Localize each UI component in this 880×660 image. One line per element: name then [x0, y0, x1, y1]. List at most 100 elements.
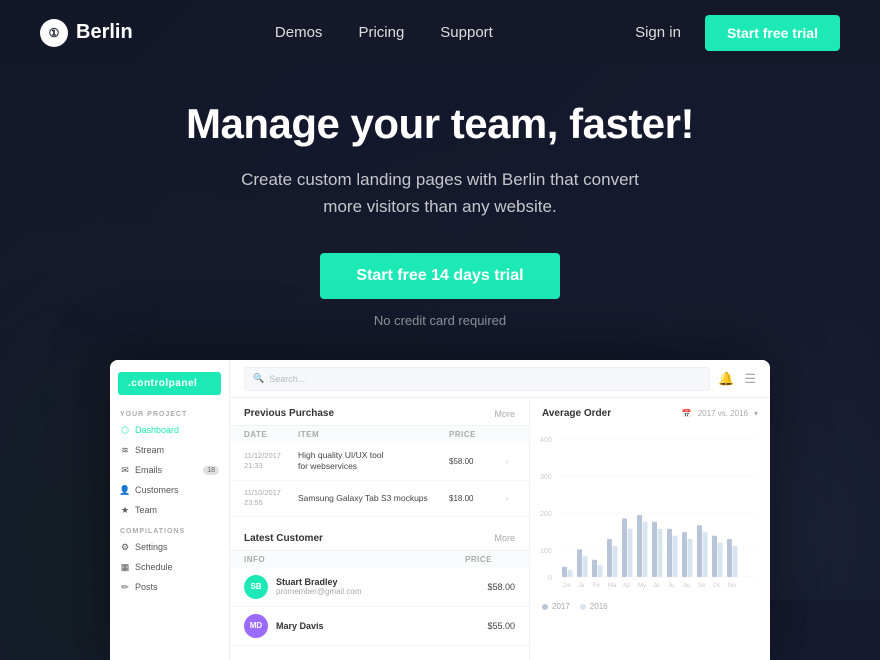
sidebar-item-posts[interactable]: ✏ Posts	[110, 577, 229, 597]
chart-dropdown-icon[interactable]: ▾	[754, 409, 758, 418]
stream-icon: ≋	[120, 445, 130, 455]
notification-icon[interactable]: 🔔	[718, 371, 734, 387]
svg-text:Au: Au	[683, 583, 690, 589]
hero-subtitle: Create custom landing pages with Berlin …	[230, 166, 650, 220]
sidebar-item-customers[interactable]: 👤 Customers	[110, 480, 229, 500]
prev-purchase-table-header: DATE ITEM PRICE	[230, 426, 529, 443]
nav-demos[interactable]: Demos	[275, 24, 323, 41]
svg-text:100: 100	[540, 548, 552, 555]
customer-info-1: Stuart Bradley promember@gmail.com	[276, 577, 479, 596]
td-item-1: High quality UI/UX toolfor webservices	[298, 450, 449, 473]
th-info: INFO	[244, 555, 465, 564]
avatar-sb: SB	[244, 575, 268, 599]
th-price: PRICE	[449, 430, 499, 439]
sidebar-label-customers: Customers	[135, 485, 179, 495]
navbar: ① Berlin Demos Pricing Support Sign in S…	[0, 0, 880, 65]
settings-icon: ⚙	[120, 542, 130, 552]
chart-legend: 2017 2016	[530, 602, 770, 617]
chart-title: Average Order	[542, 408, 611, 419]
sidebar-item-schedule[interactable]: ▦ Schedule	[110, 557, 229, 577]
sidebar-label-posts: Posts	[135, 582, 158, 592]
nav-pricing[interactable]: Pricing	[358, 24, 404, 41]
chart-panel: Average Order 📅 2017 vs. 2016 ▾	[530, 398, 770, 660]
chart-header: Average Order 📅 2017 vs. 2016 ▾	[530, 398, 770, 425]
search-bar[interactable]: 🔍 Search...	[244, 367, 710, 391]
prev-purchase-more[interactable]: More	[494, 409, 515, 419]
hero-content: Manage your team, faster! Create custom …	[0, 100, 880, 328]
chart-area: 400 300 200 100 0	[530, 425, 770, 602]
menu-icon[interactable]: ☰	[744, 371, 756, 387]
emails-icon: ✉	[120, 465, 130, 475]
sidebar-section-compilations: COMPILATIONS	[110, 524, 229, 537]
dashboard-main: 🔍 Search... 🔔 ☰ Previous Purchase More	[230, 360, 770, 660]
legend-dot-2017	[542, 604, 548, 610]
signin-link[interactable]: Sign in	[635, 24, 681, 41]
dashboard-body: Previous Purchase More DATE ITEM PRICE 1…	[230, 398, 770, 660]
team-icon: ★	[120, 505, 130, 515]
td-date-1: 11/12/2017 21:33	[244, 451, 298, 472]
customer-name-2: Mary Davis	[276, 621, 479, 631]
sidebar-item-stream[interactable]: ≋ Stream	[110, 440, 229, 460]
hero-section: ① Berlin Demos Pricing Support Sign in S…	[0, 0, 880, 660]
customer-email-1: promember@gmail.com	[276, 587, 479, 596]
nav-right: Sign in Start free trial	[635, 15, 840, 51]
td-item-2: Samsung Galaxy Tab S3 mockups	[298, 493, 449, 504]
customer-name-1: Stuart Bradley	[276, 577, 479, 587]
sidebar-item-emails[interactable]: ✉ Emails 18	[110, 460, 229, 480]
table-row: 11/12/2017 21:33 High quality UI/UX tool…	[230, 443, 529, 481]
svg-text:0: 0	[548, 575, 552, 582]
td-arrow-1: ›	[499, 457, 515, 466]
dashboard-preview: .controlpanel YOUR PROJECT ⬡ Dashboard ≋…	[110, 360, 770, 660]
table-row: 11/10/2017 23:55 Samsung Galaxy Tab S3 m…	[230, 481, 529, 517]
sidebar-item-team[interactable]: ★ Team	[110, 500, 229, 520]
hero-cta-button[interactable]: Start free 14 days trial	[320, 253, 559, 299]
customers-icon: 👤	[120, 485, 130, 495]
svg-text:No: No	[728, 583, 736, 589]
search-placeholder: Search...	[269, 374, 305, 384]
customer-price-2: $55.00	[487, 621, 515, 631]
topbar-icons: 🔔 ☰	[718, 371, 756, 387]
customer-info-2: Mary Davis	[276, 621, 479, 631]
svg-text:Ma: Ma	[608, 583, 617, 589]
sidebar-label-settings: Settings	[135, 542, 168, 552]
sidebar-brand: .controlpanel	[118, 372, 221, 395]
svg-text:De: De	[563, 583, 571, 589]
brand-name: Berlin	[76, 21, 133, 44]
svg-text:Oc: Oc	[713, 583, 721, 589]
posts-icon: ✏	[120, 582, 130, 592]
nav-links: Demos Pricing Support	[275, 24, 493, 41]
legend-dot-2016	[580, 604, 586, 610]
sidebar-item-settings[interactable]: ⚙ Settings	[110, 537, 229, 557]
svg-text:Ja: Ja	[578, 583, 585, 589]
topbar: 🔍 Search... 🔔 ☰	[230, 360, 770, 398]
td-arrow-2: ›	[499, 494, 515, 503]
sidebar-item-dashboard[interactable]: ⬡ Dashboard	[110, 420, 229, 440]
th-cust-price: PRICE	[465, 555, 515, 564]
prev-purchase-header: Previous Purchase More	[230, 398, 529, 426]
latest-customer-more[interactable]: More	[494, 533, 515, 543]
avatar-md: MD	[244, 614, 268, 638]
left-panel: Previous Purchase More DATE ITEM PRICE 1…	[230, 398, 529, 660]
latest-customer-title: Latest Customer	[244, 533, 323, 544]
dashboard-icon: ⬡	[120, 425, 130, 435]
schedule-icon: ▦	[120, 562, 130, 572]
th-item: ITEM	[298, 430, 449, 439]
td-price-1: $58.00	[449, 457, 499, 466]
chart-controls: 📅 2017 vs. 2016 ▾	[682, 409, 758, 418]
bar-chart: 400 300 200 100 0	[540, 429, 760, 589]
svg-text:200: 200	[540, 511, 552, 518]
sidebar-label-team: Team	[135, 505, 157, 515]
svg-text:300: 300	[540, 474, 552, 481]
prev-purchase-title: Previous Purchase	[244, 408, 334, 419]
sidebar: .controlpanel YOUR PROJECT ⬡ Dashboard ≋…	[110, 360, 230, 660]
sidebar-section-your-project: YOUR PROJECT	[110, 407, 229, 420]
nav-support[interactable]: Support	[440, 24, 493, 41]
customer-row: SB Stuart Bradley promember@gmail.com $5…	[230, 568, 529, 607]
nav-cta-button[interactable]: Start free trial	[705, 15, 840, 51]
customer-price-1: $58.00	[487, 582, 515, 592]
latest-customer-table-header: INFO PRICE	[230, 551, 529, 568]
brand-logo[interactable]: ① Berlin	[40, 19, 133, 47]
search-icon: 🔍	[253, 373, 264, 384]
sidebar-label-emails: Emails	[135, 465, 162, 475]
td-price-2: $18.00	[449, 494, 499, 503]
